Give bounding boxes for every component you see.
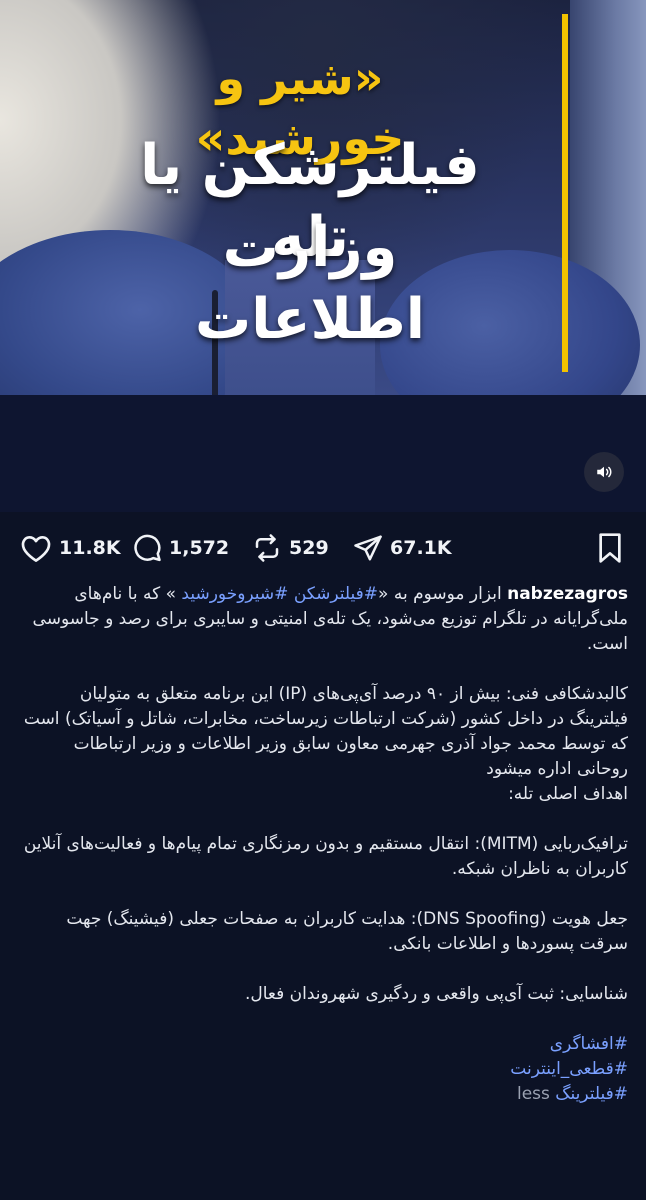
hashtag-3[interactable]: #فیلترینگ bbox=[555, 1084, 628, 1104]
caption-dns-spoofing: جعل هویت (DNS Spoofing): هدایت کاربران ب… bbox=[66, 909, 628, 954]
share-count: 67.1K bbox=[390, 537, 452, 559]
heart-icon bbox=[21, 536, 51, 563]
caption-mitm: ترافیک‌ربایی (MITM): انتقال مستقیم و بدو… bbox=[23, 834, 628, 879]
repost-count: 529 bbox=[289, 537, 329, 559]
caption-technical: کالبدشکافی فنی: بیش از ۹۰ درصد آی‌پی‌های… bbox=[23, 684, 628, 779]
comment-count: 1,572 bbox=[169, 537, 230, 559]
comment-button[interactable]: 1,572 bbox=[132, 532, 229, 564]
gold-accent-bar bbox=[562, 14, 568, 372]
post-media[interactable]: «شیر و خورشید» فیلترشکن یا تله وزارت اطل… bbox=[0, 0, 646, 512]
caption-intro-b: » که با نام‌های bbox=[74, 584, 182, 604]
media-lower-band bbox=[0, 395, 646, 512]
repost-button[interactable]: 529 bbox=[252, 532, 329, 564]
caption-username[interactable]: nabzezagros bbox=[507, 584, 628, 604]
caption-goals-heading: اهداف اصلی تله: bbox=[508, 784, 628, 804]
caption-intro-rest: ملی‌گرایانه در تلگرام توزیع می‌شود، یک ت… bbox=[32, 609, 628, 654]
hashtag-2[interactable]: #قطعی_اینترنت bbox=[18, 1057, 628, 1082]
caption-intro-a: ابزار موسوم به « bbox=[378, 584, 502, 604]
comment-icon bbox=[134, 534, 161, 562]
bottom-fade bbox=[0, 1186, 646, 1200]
image-title-line3: وزارت اطلاعات bbox=[194, 215, 425, 352]
speaker-icon bbox=[597, 466, 612, 478]
share-button[interactable]: 67.1K bbox=[353, 532, 452, 564]
less-button[interactable]: less bbox=[517, 1084, 550, 1104]
hashtag-3-row: #فیلترینگ less bbox=[18, 1082, 628, 1107]
sound-toggle-button[interactable] bbox=[584, 452, 624, 492]
bookmark-icon bbox=[599, 533, 621, 563]
like-button[interactable]: 11.8K bbox=[20, 532, 121, 564]
caption-intro-hashtags[interactable]: #فیلترشکن #شیروخورشید bbox=[181, 584, 378, 604]
caption-intro: nabzezagros ابزار موسوم به «#فیلترشکن #ش… bbox=[18, 582, 628, 657]
post-caption: nabzezagros ابزار موسوم به «#فیلترشکن #ش… bbox=[18, 582, 628, 1107]
repost-icon bbox=[255, 534, 279, 562]
like-count: 11.8K bbox=[59, 537, 121, 559]
hashtag-1[interactable]: #افشاگری bbox=[18, 1032, 628, 1057]
caption-identification: شناسایی: ثبت آی‌پی واقعی و ردگیری شهروند… bbox=[244, 984, 628, 1004]
save-button[interactable] bbox=[596, 532, 624, 564]
post-action-bar: 11.8K 1,572 529 67.1K bbox=[0, 524, 646, 572]
send-icon bbox=[354, 535, 382, 561]
